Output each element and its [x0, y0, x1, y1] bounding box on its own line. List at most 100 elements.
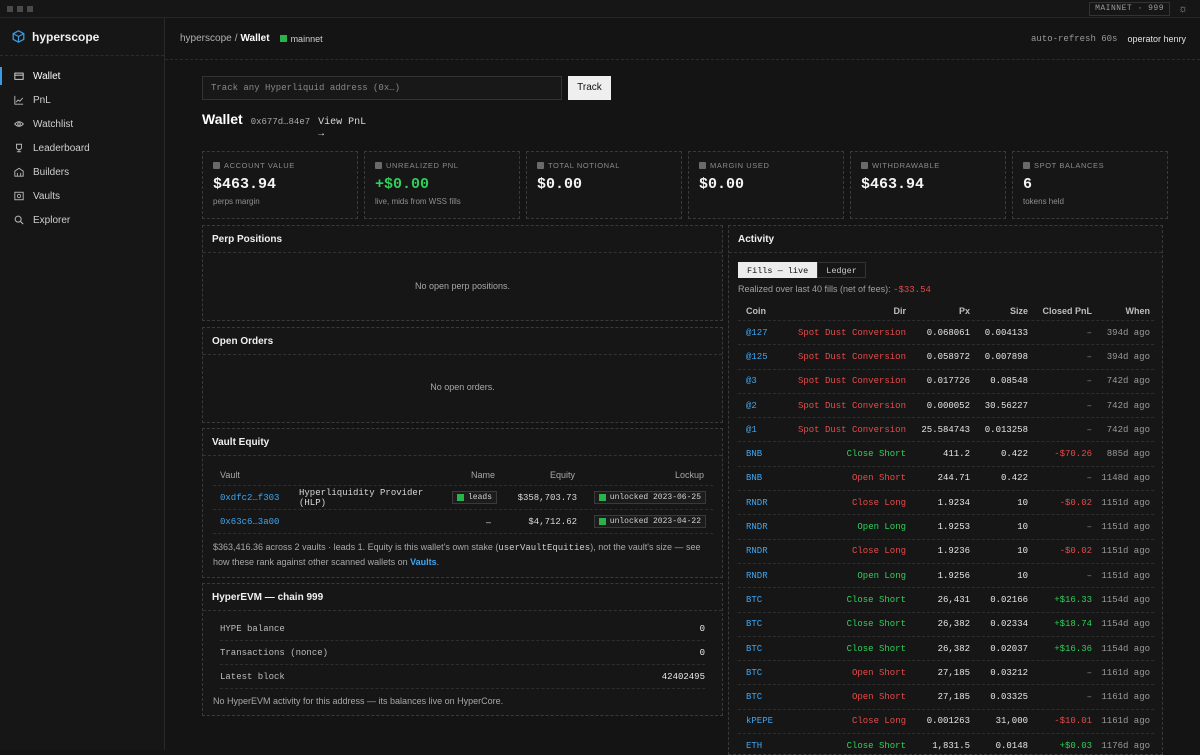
- fill-price: 0.068061: [926, 327, 970, 338]
- fill-price: 244.71: [937, 473, 970, 484]
- view-pnl-link[interactable]: View PnL →: [318, 117, 368, 141]
- column-header: Name: [470, 469, 495, 480]
- wallet-heading: Wallet 0x677d…84e7 View PnL →: [202, 111, 368, 141]
- fill-size: 0.08548: [990, 376, 1028, 387]
- breadcrumb: hyperscope / Wallet: [180, 33, 270, 44]
- coin-link[interactable]: @2: [738, 401, 778, 411]
- coin-link[interactable]: @125: [738, 352, 778, 362]
- sidebar-item-label: Leaderboard: [33, 142, 90, 154]
- wallet-icon: [213, 162, 220, 169]
- fill-time: 1176d ago: [1101, 740, 1150, 751]
- coin-link[interactable]: RNDR: [738, 571, 778, 581]
- sidebar-item-pnl[interactable]: PnL: [0, 88, 164, 112]
- stat-value: 6: [1023, 176, 1033, 193]
- fill-price: 27,185: [937, 692, 970, 703]
- evm-value: 0: [699, 623, 705, 634]
- table-row[interactable]: BTC Close Short 26,382 0.02334 +$18.74 1154d …: [738, 613, 1154, 637]
- table-row[interactable]: @1 Spot Dust Conversion 25.584743 0.013258 –…: [738, 418, 1154, 443]
- network-label: mainnet: [290, 33, 323, 44]
- operator-label[interactable]: operator henry: [1127, 34, 1186, 44]
- panel-title: Perp Positions: [203, 226, 722, 253]
- fill-closed-pnl: –: [1086, 692, 1092, 703]
- table-row[interactable]: BTC Close Short 26,382 0.02037 +$16.36 1154d …: [738, 637, 1154, 662]
- coin-link[interactable]: ETH: [738, 741, 778, 751]
- sidebar-item-vaults[interactable]: Vaults: [0, 184, 164, 208]
- window-controls[interactable]: [7, 6, 33, 12]
- sun-icon[interactable]: ☼: [1176, 2, 1190, 16]
- breadcrumb-root[interactable]: hyperscope: [180, 33, 232, 44]
- status-dot-icon: [279, 35, 287, 42]
- brand-name: hyperscope: [32, 29, 100, 44]
- table-row[interactable]: RNDR Open Long 1.9253 10 –1151d ago: [738, 515, 1154, 540]
- table-row[interactable]: RNDR Close Long 1.9236 10 -$0.02 1151d ago: [738, 540, 1154, 564]
- wallet-address[interactable]: 0x677d…84e7: [251, 117, 310, 127]
- evm-value: 42402495: [661, 671, 705, 682]
- evm-note: No HyperEVM activity for this address — …: [213, 696, 504, 706]
- sidebar-item-leaderboard[interactable]: Leaderboard: [0, 136, 164, 160]
- coin-link[interactable]: RNDR: [738, 498, 778, 508]
- fill-closed-pnl: +$16.36: [1054, 643, 1092, 654]
- table-row[interactable]: BNB Open Short 244.71 0.422 –1148d ago: [738, 467, 1154, 492]
- vault-address-link[interactable]: 0x63c6…3a00: [213, 517, 287, 527]
- track-address-input[interactable]: Track any Hyperliquid address (0x…): [202, 76, 562, 100]
- coin-link[interactable]: BTC: [738, 644, 778, 654]
- coin-link[interactable]: BTC: [738, 692, 778, 702]
- sidebar-item-explorer[interactable]: Explorer: [0, 208, 164, 232]
- coin-link[interactable]: RNDR: [738, 546, 778, 556]
- table-row[interactable]: 0x63c6…3a00 – $4,712.62 unlocked 2023-04…: [213, 510, 713, 534]
- fill-time: 742d ago: [1106, 424, 1150, 435]
- fill-time: 885d ago: [1106, 449, 1150, 460]
- coin-link[interactable]: BTC: [738, 668, 778, 678]
- coin-link[interactable]: BTC: [738, 595, 778, 605]
- coin-link[interactable]: RNDR: [738, 522, 778, 532]
- table-row[interactable]: kPEPE Close Long 0.001263 31,000 -$10.01 1161…: [738, 710, 1154, 735]
- table-row[interactable]: RNDR Close Long 1.9234 10 -$0.02 1151d ago: [738, 491, 1154, 516]
- table-row[interactable]: BTC Open Short 27,185 0.03212 –1161d ago: [738, 661, 1154, 686]
- table-row[interactable]: @125 Spot Dust Conversion 0.058972 0.007898…: [738, 345, 1154, 370]
- sidebar-item-label: Builders: [33, 166, 70, 178]
- coin-link[interactable]: BNB: [738, 449, 778, 459]
- table-row[interactable]: ETH Close Short 1,831.5 0.0148 +$0.03 1176d a…: [738, 734, 1154, 754]
- status-dot-icon: [598, 494, 606, 501]
- vault-lockup-cell: unlocked 2023-06-25: [577, 491, 713, 504]
- table-row[interactable]: BNB Close Short 411.2 0.422 -$70.26 885d ago: [738, 442, 1154, 467]
- coin-link[interactable]: BTC: [738, 619, 778, 629]
- table-row[interactable]: 0xdfc2…f303 Hyperliquidity Provider (HLP…: [213, 486, 713, 510]
- brand[interactable]: hyperscope: [0, 18, 164, 56]
- sidebar-item-wallet[interactable]: Wallet: [0, 64, 164, 88]
- coin-link[interactable]: @1: [738, 425, 778, 435]
- coin-link[interactable]: BNB: [738, 473, 778, 483]
- lockup-badge: unlocked 2023-04-22: [593, 515, 706, 528]
- vault-address-link[interactable]: 0xdfc2…f303: [213, 493, 287, 503]
- stat-card-withdrawable: WITHDRAWABLE $463.94: [850, 151, 1006, 219]
- fill-price: 26,382: [937, 643, 970, 654]
- fill-price: 1.9236: [937, 546, 970, 557]
- vaults-link[interactable]: Vaults: [410, 557, 437, 567]
- list-item: Transactions (nonce) 0: [220, 641, 705, 665]
- fill-direction: Close Short: [846, 449, 906, 460]
- table-header: Vault Name Equity Lockup: [213, 464, 713, 486]
- stat-label: TOTAL NOTIONAL: [548, 161, 621, 170]
- tab-fills-live[interactable]: Fills — live: [738, 262, 818, 278]
- auto-refresh-label[interactable]: auto-refresh 60s: [1031, 34, 1117, 44]
- tab-ledger[interactable]: Ledger: [817, 262, 866, 278]
- table-row[interactable]: @2 Spot Dust Conversion 0.000052 30.56227 – 7…: [738, 394, 1154, 419]
- column-header: Dir: [893, 305, 906, 316]
- sidebar-item-watchlist[interactable]: Watchlist: [0, 112, 164, 136]
- coin-link[interactable]: @127: [738, 328, 778, 338]
- table-row[interactable]: BTC Open Short 27,185 0.03325 –1161d ago: [738, 685, 1154, 710]
- coin-link[interactable]: kPEPE: [738, 716, 778, 726]
- list-item: Latest block 42402495: [220, 665, 705, 689]
- fill-price: 25.584743: [921, 424, 970, 435]
- table-row[interactable]: BTC Close Short 26,431 0.02166 +$16.33 1154d …: [738, 588, 1154, 613]
- table-row[interactable]: @127 Spot Dust Conversion 0.068061 0.004133…: [738, 321, 1154, 346]
- table-row[interactable]: RNDR Open Long 1.9256 10 –1151d ago: [738, 564, 1154, 589]
- sidebar-item-builders[interactable]: Builders: [0, 160, 164, 184]
- building-icon: [14, 167, 24, 177]
- fill-direction: Close Long: [851, 716, 906, 727]
- stat-value: $0.00: [699, 176, 745, 193]
- gauge-icon: [699, 162, 706, 169]
- table-row[interactable]: @3 Spot Dust Conversion 0.017726 0.08548 – 74…: [738, 370, 1154, 394]
- coin-link[interactable]: @3: [738, 376, 778, 386]
- track-button[interactable]: Track: [568, 76, 611, 100]
